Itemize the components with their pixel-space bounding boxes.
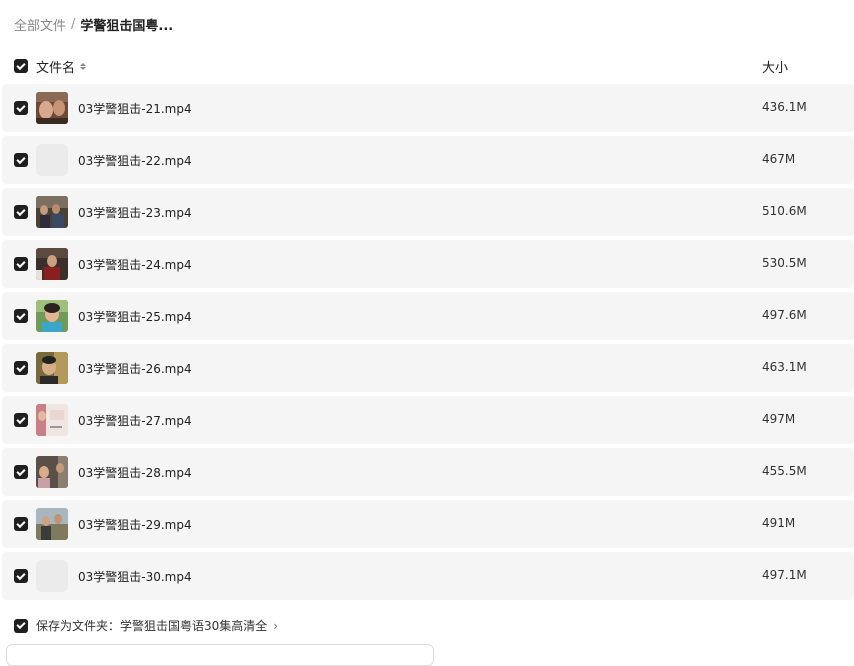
file-checkbox[interactable] — [14, 569, 28, 583]
video-thumbnail — [36, 196, 68, 228]
file-row[interactable]: 03学警狙击-25.mp4 497.6M — [2, 292, 854, 340]
file-name[interactable]: 03学警狙击-29.mp4 — [78, 516, 192, 533]
breadcrumb-current: 学警狙击国粤... — [80, 19, 174, 34]
file-checkbox[interactable] — [14, 257, 28, 271]
file-row[interactable]: 03学警狙击-29.mp4 491M — [2, 500, 854, 548]
name-column-header[interactable]: 文件名 — [36, 57, 87, 76]
file-list-header: 文件名 大小 — [0, 52, 854, 80]
file-size: 497M — [762, 412, 796, 426]
video-thumbnail — [36, 92, 68, 124]
file-name[interactable]: 03学警狙击-25.mp4 — [78, 308, 192, 325]
file-name[interactable]: 03学警狙击-23.mp4 — [78, 204, 192, 221]
file-name[interactable]: 03学警狙击-26.mp4 — [78, 360, 192, 377]
video-thumbnail — [36, 508, 68, 540]
file-row[interactable]: 03学警狙击-23.mp4 510.6M — [2, 188, 854, 236]
file-checkbox[interactable] — [14, 413, 28, 427]
file-size: 436.1M — [762, 100, 807, 114]
chevron-right-icon[interactable]: › — [273, 619, 278, 633]
file-size: 491M — [762, 516, 796, 530]
file-checkbox[interactable] — [14, 205, 28, 219]
select-all-checkbox[interactable] — [14, 59, 28, 73]
file-size: 497.1M — [762, 568, 807, 582]
video-thumbnail — [36, 456, 68, 488]
save-as-folder-option[interactable]: 保存为文件夹：学警狙击国粤语30集高清全 › — [14, 617, 278, 634]
video-thumbnail — [36, 300, 68, 332]
video-thumbnail — [36, 248, 68, 280]
file-name[interactable]: 03学警狙击-24.mp4 — [78, 256, 192, 273]
file-checkbox[interactable] — [14, 101, 28, 115]
video-placeholder-icon — [36, 144, 68, 176]
file-row[interactable]: 03学警狙击-22.mp4 467M — [2, 136, 854, 184]
file-row[interactable]: 03学警狙击-27.mp4 497M — [2, 396, 854, 444]
video-thumbnail — [36, 352, 68, 384]
file-size: 467M — [762, 152, 796, 166]
file-list: 03学警狙击-21.mp4 436.1M 03学警狙击-22.mp4 467M … — [2, 84, 854, 604]
file-row[interactable]: 03学警狙击-21.mp4 436.1M — [2, 84, 854, 132]
file-size: 530.5M — [762, 256, 807, 270]
file-name[interactable]: 03学警狙击-30.mp4 — [78, 568, 192, 585]
file-size: 510.6M — [762, 204, 807, 218]
breadcrumb-root-link[interactable]: 全部文件 — [14, 15, 66, 34]
file-name[interactable]: 03学警狙击-28.mp4 — [78, 464, 192, 481]
file-row[interactable]: 03学警狙击-24.mp4 530.5M — [2, 240, 854, 288]
breadcrumb-separator: / — [71, 17, 76, 32]
size-column-header: 大小 — [762, 61, 789, 76]
breadcrumb: 全部文件 / 学警狙击国粤... — [14, 15, 173, 34]
file-checkbox[interactable] — [14, 517, 28, 531]
file-name[interactable]: 03学警狙击-22.mp4 — [78, 152, 192, 169]
file-size: 497.6M — [762, 308, 807, 322]
file-size: 455.5M — [762, 464, 807, 478]
file-checkbox[interactable] — [14, 309, 28, 323]
sort-icon[interactable] — [80, 63, 87, 70]
bottom-panel — [6, 644, 434, 666]
file-size: 463.1M — [762, 360, 807, 374]
file-row[interactable]: 03学警狙击-28.mp4 455.5M — [2, 448, 854, 496]
file-row[interactable]: 03学警狙击-30.mp4 497.1M — [2, 552, 854, 600]
save-as-folder-label: 保存为文件夹：学警狙击国粤语30集高清全 — [36, 619, 268, 633]
video-thumbnail — [36, 404, 68, 436]
file-checkbox[interactable] — [14, 153, 28, 167]
file-row[interactable]: 03学警狙击-26.mp4 463.1M — [2, 344, 854, 392]
file-name[interactable]: 03学警狙击-21.mp4 — [78, 100, 192, 117]
file-checkbox[interactable] — [14, 465, 28, 479]
name-column-label: 文件名 — [36, 61, 76, 76]
file-checkbox[interactable] — [14, 361, 28, 375]
file-name[interactable]: 03学警狙击-27.mp4 — [78, 412, 192, 429]
video-placeholder-icon — [36, 560, 68, 592]
save-as-folder-checkbox[interactable] — [14, 618, 28, 633]
